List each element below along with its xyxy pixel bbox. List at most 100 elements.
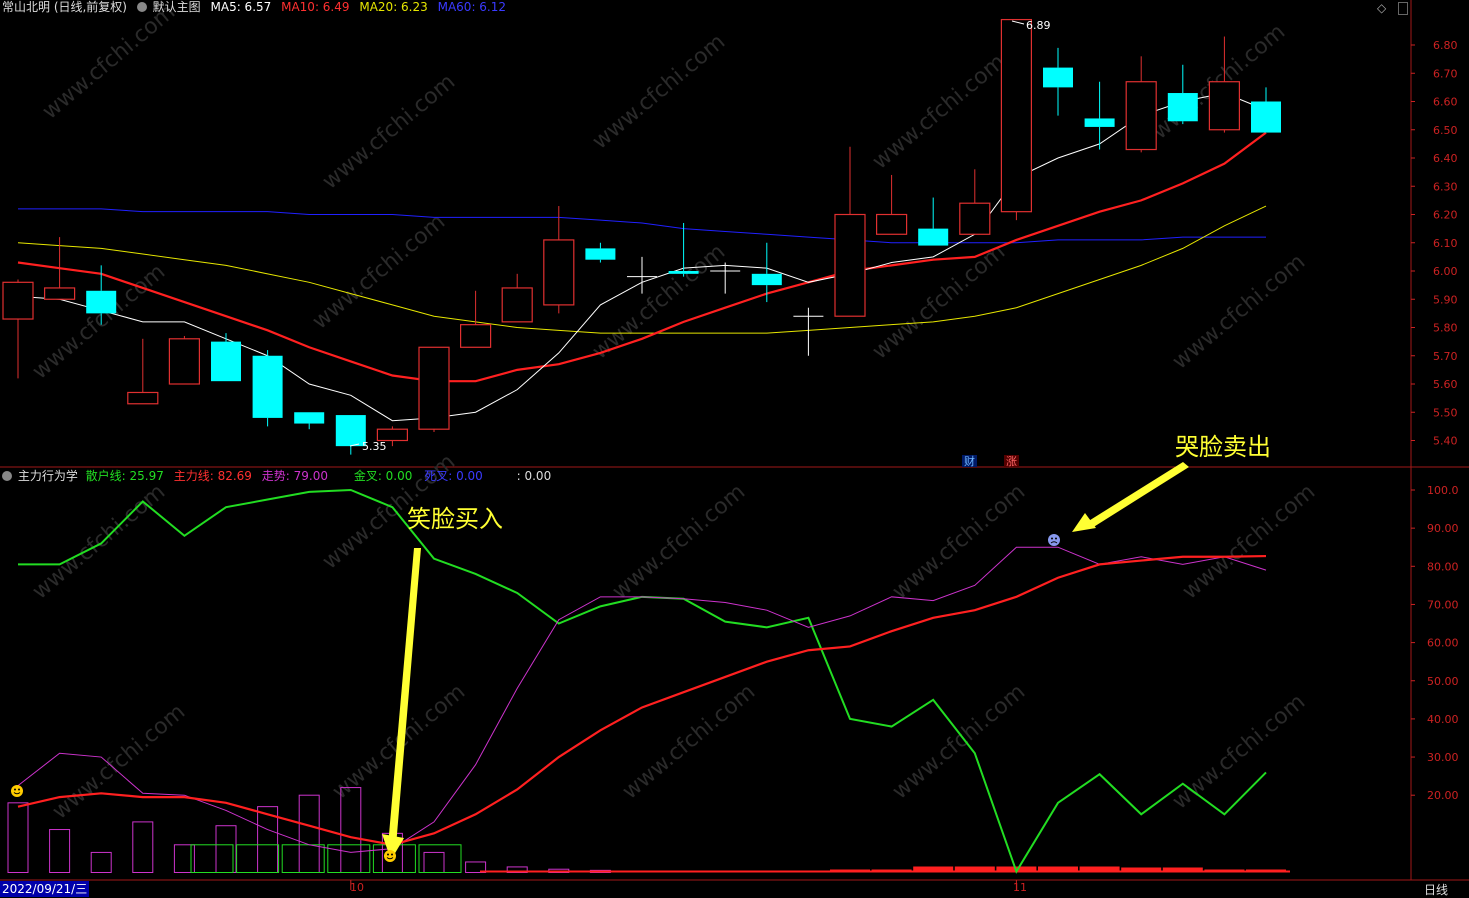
indicator-tick-label: 80.00	[1427, 560, 1459, 573]
indicator-bar	[132, 821, 154, 874]
candle-body	[1208, 81, 1241, 131]
price-tick-label: 6.00	[1433, 265, 1458, 278]
sell-annotation-text: 哭脸卖出	[1175, 433, 1271, 461]
candle-body	[1251, 101, 1281, 133]
ma10-value: MA10: 6.49	[281, 0, 350, 14]
ma60-value: MA60: 6.12	[437, 0, 507, 14]
watermark-text: www.cfchi.com	[28, 479, 170, 604]
indicator-tick-label: 90.00	[1427, 522, 1459, 535]
buy-annotation-text: 笑脸买入	[407, 505, 503, 533]
indicator-bar	[90, 851, 112, 873]
high-price-label: 6.89	[1026, 19, 1051, 32]
indicator-bar	[298, 794, 320, 874]
main-line-value: 主力线: 82.69	[173, 469, 252, 483]
price-tick-label: 5.90	[1433, 293, 1458, 306]
candle-body	[127, 391, 159, 405]
candle-body	[501, 287, 533, 323]
price-tick-label: 6.40	[1433, 152, 1458, 165]
candle-body	[252, 355, 283, 418]
period-label[interactable]: 日线	[1424, 881, 1448, 898]
candle-body	[460, 324, 492, 348]
template-label[interactable]: 默认主图	[153, 0, 201, 14]
candle-body	[211, 341, 241, 382]
indicator-bar	[49, 829, 71, 873]
death-cross-value: 死叉: 0.00	[424, 469, 483, 483]
indicator-flat-box	[281, 844, 325, 873]
sell-arrow	[1087, 462, 1189, 528]
indicator-lines	[17, 488, 1267, 890]
finance-marker[interactable]: 财	[964, 454, 975, 468]
candle-body	[1167, 93, 1198, 122]
candle-body	[1084, 118, 1115, 127]
indicator-tick-label: 40.00	[1427, 713, 1459, 726]
watermark-text: www.cfchi.com	[888, 479, 1030, 604]
candle-body	[585, 248, 616, 260]
candle-body	[918, 228, 949, 246]
indicator-tick-label: 60.00	[1427, 637, 1459, 650]
indicator-menu-icon[interactable]	[2, 471, 12, 481]
candle-body	[1043, 67, 1073, 88]
watermark-text: www.cfchi.com	[888, 679, 1030, 804]
indicator-bar	[423, 851, 445, 873]
retail-line-value: 散户线: 25.97	[85, 469, 164, 483]
price-tick-label: 6.70	[1433, 67, 1458, 80]
template-selector-icon[interactable]	[136, 2, 147, 12]
indicator-tick-label: 30.00	[1427, 751, 1459, 764]
indicator-flat-box	[418, 844, 462, 873]
candle-body	[43, 287, 76, 300]
price-chart-header: 常山北明 (日线,前复权) 默认主图 MA5: 6.57 MA10: 6.49 …	[2, 0, 506, 15]
candle-body	[1000, 18, 1033, 213]
watermark-text: www.cfchi.com	[608, 479, 750, 604]
price-tick-label: 5.70	[1433, 350, 1458, 363]
watermark-text: www.cfchi.com	[868, 49, 1010, 174]
price-tick-label: 5.60	[1433, 378, 1458, 391]
candle-body	[751, 273, 782, 286]
indicator-tick-label: 20.00	[1427, 789, 1459, 802]
watermark-text: www.cfchi.com	[308, 209, 450, 334]
candle-body	[376, 428, 408, 442]
candle-body	[294, 412, 325, 424]
trend-line	[17, 546, 1267, 853]
candle-body	[1125, 81, 1157, 151]
candle-body	[2, 281, 34, 320]
candle-body	[168, 338, 200, 385]
watermark-text: www.cfchi.com	[588, 29, 730, 154]
stock-title[interactable]: 常山北明 (日线,前复权)	[2, 0, 127, 14]
smile-face-icon	[384, 850, 396, 862]
retail-line	[18, 488, 1267, 874]
extra-value: : 0.00	[516, 469, 552, 483]
low-price-label: 5.35	[362, 440, 387, 453]
stock-chart[interactable]: www.cfchi.com www.cfchi.com www.cfchi.com w…	[0, 0, 1469, 898]
ma5-value: MA5: 6.57	[210, 0, 272, 14]
indicator-tick-label: 50.00	[1427, 675, 1459, 688]
price-axis: 6.80 6.70 6.60 6.50 6.40 6.30 6.20 6.10 6.00 5.90…	[1411, 39, 1458, 448]
month-11-label: 11	[1013, 881, 1027, 894]
candle-body	[418, 346, 450, 430]
smile-face-icon	[11, 785, 23, 797]
indicator-tick-label: 100.0	[1427, 484, 1459, 497]
indicator-header: 主力行为学 散户线: 25.97 主力线: 82.69 走势: 79.00 金叉…	[2, 469, 551, 484]
watermark-text: www.cfchi.com	[38, 0, 180, 125]
candle-body	[86, 290, 117, 314]
month-10-label: 10	[350, 881, 364, 894]
candle-body	[834, 213, 866, 317]
price-tick-label: 6.50	[1433, 124, 1458, 137]
watermark-text: www.cfchi.com	[1178, 479, 1320, 604]
price-tick-label: 6.60	[1433, 96, 1458, 109]
watermark-text: www.cfchi.com	[1168, 689, 1310, 814]
candle-body	[543, 239, 575, 306]
ma20-value: MA20: 6.23	[359, 0, 428, 14]
candle-body	[668, 271, 699, 274]
diamond-icon[interactable]: ◇	[1377, 1, 1386, 15]
watermark-text: www.cfchi.com	[1168, 249, 1310, 374]
date-label: 2022/09/21/三	[0, 881, 90, 897]
indicator-name[interactable]: 主力行为学	[18, 469, 78, 483]
watermark-text: www.cfchi.com	[318, 69, 460, 194]
scrollbar-handle[interactable]	[1398, 2, 1408, 15]
main-force-line	[17, 554, 1267, 846]
price-tick-label: 6.20	[1433, 209, 1458, 222]
price-tick-label: 5.40	[1433, 435, 1458, 448]
rise-marker[interactable]: 涨	[1006, 455, 1017, 468]
candlestick-series	[2, 18, 1281, 455]
golden-cross-value: 金叉: 0.00	[353, 469, 413, 483]
